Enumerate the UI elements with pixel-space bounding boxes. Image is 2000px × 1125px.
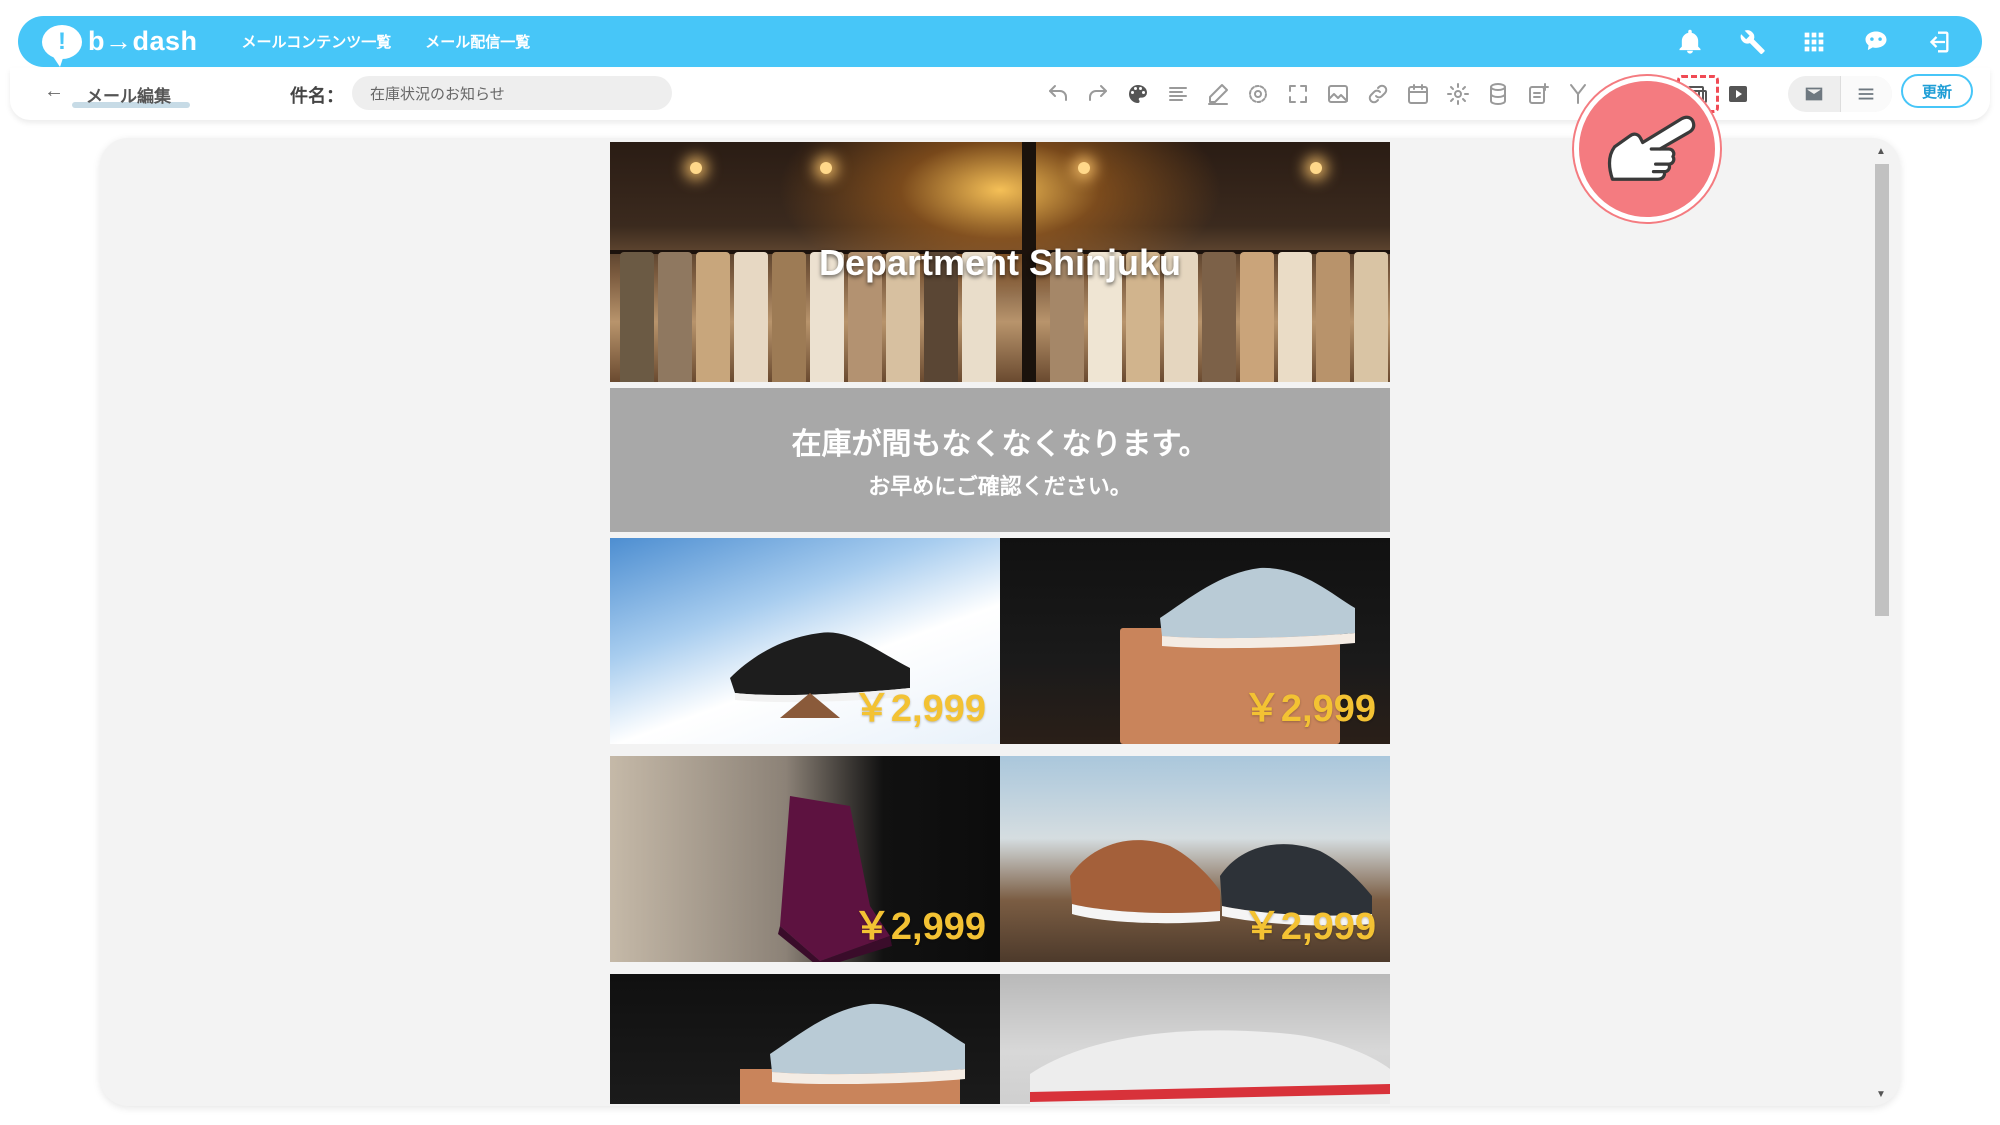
hero-banner[interactable]: Department Shinjuku	[610, 142, 1390, 382]
database-icon[interactable]	[1478, 76, 1518, 112]
nav-mail-delivery[interactable]: メール配信一覧	[425, 31, 530, 52]
product-card[interactable]: ￥2,999	[1000, 756, 1390, 962]
logout-icon[interactable]	[1918, 22, 1958, 62]
sneaker-image	[1160, 567, 1355, 649]
note-add-icon[interactable]	[1518, 76, 1558, 112]
palette-icon[interactable]	[1118, 76, 1158, 112]
sneaker-image	[770, 1003, 965, 1084]
product-card[interactable]: ￥2,999	[610, 756, 1000, 962]
grid-apps-icon[interactable]	[1794, 22, 1834, 62]
scroll-up-arrow-icon[interactable]: ▲	[1876, 146, 1886, 157]
undo-icon[interactable]	[1038, 76, 1078, 112]
product-card[interactable]	[1000, 974, 1390, 1104]
lamp	[690, 162, 702, 174]
redo-icon[interactable]	[1078, 76, 1118, 112]
notice-sub-text: お早めにご確認ください。	[868, 474, 1132, 499]
product-grid: ￥2,999 ￥2,999 ￥2,999 ￥2,999	[610, 538, 1390, 1104]
pen-icon[interactable]	[1198, 76, 1238, 112]
nav-mail-contents[interactable]: メールコンテンツ一覧	[242, 31, 392, 52]
lamp	[1078, 162, 1090, 174]
notice-block[interactable]: 在庫が間もなくなくなります。 お早めにご確認ください。	[610, 388, 1390, 532]
page-title: メール編集	[86, 87, 171, 106]
notice-main-text: 在庫が間もなくなくなります。	[791, 428, 1209, 461]
list-view-icon[interactable]	[1839, 76, 1892, 112]
link-icon[interactable]	[1358, 76, 1398, 112]
fullscreen-icon[interactable]	[1278, 76, 1318, 112]
sneaker-image	[1030, 1030, 1390, 1104]
vertical-scrollbar[interactable]: ▲ ▼	[1870, 142, 1892, 1102]
robot-icon[interactable]	[1856, 22, 1896, 62]
pointing-hand-icon	[1574, 76, 1720, 222]
subject-label: 件名：	[290, 86, 344, 106]
lamp	[820, 162, 832, 174]
update-button[interactable]: 更新	[1901, 74, 1973, 108]
scroll-thumb[interactable]	[1875, 164, 1889, 616]
top-nav-bar: ! b→dash メールコンテンツ一覧 メール配信一覧	[18, 16, 1982, 67]
product-price: ￥2,999	[852, 688, 986, 730]
product-card[interactable]	[610, 974, 1000, 1104]
calendar-icon[interactable]	[1398, 76, 1438, 112]
product-card[interactable]: ￥2,999	[1000, 538, 1390, 744]
bell-icon[interactable]	[1670, 22, 1710, 62]
align-icon[interactable]	[1158, 76, 1198, 112]
back-arrow-icon[interactable]: ←	[44, 80, 64, 103]
email-preview: Department Shinjuku 在庫が間もなくなくなります。 お早めにご…	[610, 142, 1390, 1104]
brand-name: b→dash	[88, 26, 198, 56]
wrench-icon[interactable]	[1732, 22, 1772, 62]
target-icon[interactable]	[1238, 76, 1278, 112]
video-icon[interactable]	[1718, 76, 1758, 112]
product-price: ￥2,999	[1242, 906, 1376, 948]
mail-view-icon[interactable]	[1788, 76, 1840, 112]
image-icon[interactable]	[1318, 76, 1358, 112]
lamp	[1310, 162, 1322, 174]
subject-input[interactable]	[352, 76, 672, 110]
product-price: ￥2,999	[852, 906, 986, 948]
scroll-down-arrow-icon[interactable]: ▼	[1876, 1089, 1886, 1100]
view-mode-toggle	[1788, 76, 1892, 112]
product-price: ￥2,999	[1242, 688, 1376, 730]
brand-bubble-icon: !	[42, 24, 82, 67]
product-card[interactable]: ￥2,999	[610, 538, 1000, 744]
settings-icon[interactable]	[1438, 76, 1478, 112]
brand-logo[interactable]: ! b→dash	[42, 24, 198, 67]
editor-canvas: Department Shinjuku 在庫が間もなくなくなります。 お早めにご…	[100, 138, 1900, 1106]
hero-title: Department Shinjuku	[818, 242, 1182, 283]
